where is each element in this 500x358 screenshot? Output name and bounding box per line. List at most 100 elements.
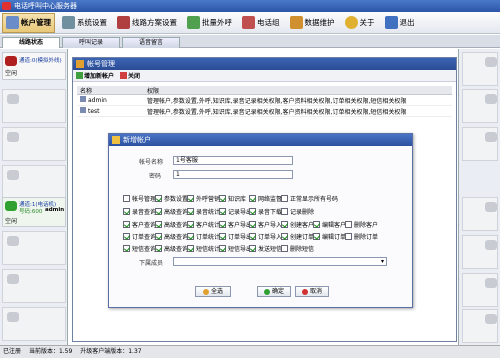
permission-checkbox[interactable]: 知识库 (219, 194, 246, 203)
phone-icon (5, 201, 17, 211)
permission-checkbox[interactable]: 客户导入 (249, 220, 282, 229)
about-icon (344, 16, 358, 29)
permission-checkbox[interactable]: 订单统计 (187, 232, 220, 241)
permission-checkbox[interactable]: 发送短信 (249, 244, 282, 253)
channel-slot[interactable] (462, 89, 498, 123)
permission-checkbox[interactable]: 帐号管理 (123, 194, 156, 203)
add-account-button[interactable]: 增加新帐户 (76, 71, 114, 80)
toolbar-data-button[interactable]: 数据维护 (287, 13, 338, 33)
permission-checkbox[interactable]: 网络监督 (249, 194, 282, 203)
permission-checkbox[interactable]: 录音统计 (187, 207, 220, 216)
line-plan-icon (117, 16, 130, 29)
tab-call-records[interactable]: 呼叫记录 (62, 37, 120, 48)
permission-checkbox[interactable]: 外呼营销 (187, 194, 220, 203)
permission-checkbox[interactable]: 删除短信 (281, 244, 314, 253)
settings-icon (62, 16, 75, 29)
dialog-titlebar: 新增帐户 (109, 134, 412, 146)
permission-checkbox[interactable]: 高级查询 (155, 220, 188, 229)
toolbar-exit-button[interactable]: 退出 (382, 13, 418, 33)
tab-voicemail[interactable]: 语音留言 (122, 37, 180, 48)
channel-slot[interactable] (2, 127, 66, 161)
checked-icon (249, 233, 256, 240)
permission-checkbox[interactable]: 短信统计 (187, 244, 220, 253)
channel-number: 号码:600 (19, 209, 43, 215)
user-icon (80, 107, 86, 113)
account-name-input[interactable]: 1号客服 (173, 156, 293, 165)
unchecked-icon (123, 195, 130, 202)
channel-slot[interactable] (2, 231, 66, 265)
permission-checkbox[interactable]: 客户导出 (219, 220, 252, 229)
phone-icon (7, 132, 19, 142)
checkbox-label: 订单统计 (196, 234, 221, 241)
subordinate-select[interactable]: ▾ (173, 257, 387, 266)
user-icon (80, 96, 86, 102)
checkbox-label: 编辑客户 (322, 222, 347, 229)
toolbar-account-button[interactable]: 帐户管理 (2, 12, 55, 33)
channel-slot[interactable] (2, 89, 66, 123)
permission-checkbox[interactable]: 删除订单 (345, 232, 378, 241)
toolbar-settings-button[interactable]: 系统设置 (59, 13, 110, 33)
checkbox-label: 客户查询 (132, 222, 157, 229)
channel-slot[interactable] (2, 269, 66, 303)
permission-checkbox[interactable]: 高级查询 (155, 207, 188, 216)
channel-slot[interactable] (462, 127, 498, 161)
channel-slot[interactable] (462, 273, 498, 307)
permission-checkbox[interactable]: 删除客户 (345, 220, 378, 229)
permission-checkbox[interactable]: 高级查询 (155, 232, 188, 241)
permission-checkbox[interactable]: 短信导出 (219, 244, 252, 253)
table-row[interactable]: admin 管理帐户,参数设置,外呼,知识库,录音记录相关权限,客户资料相关权限… (77, 95, 452, 106)
permission-checkbox[interactable]: 订单导出 (219, 232, 252, 241)
table-row[interactable]: test 管理帐户,参数设置,外呼,知识库,录音记录相关权限,客户资料相关权限,… (77, 106, 452, 117)
tab-line-status[interactable]: 线路状态 (2, 37, 60, 48)
cancel-button[interactable]: 取消 (295, 286, 329, 297)
permission-checkbox[interactable]: 参数设置 (155, 194, 188, 203)
channel-slot[interactable] (462, 235, 498, 269)
checked-icon (187, 208, 194, 215)
permission-checkbox[interactable]: 录音查询 (123, 207, 156, 216)
unchecked-icon (281, 208, 288, 215)
channel-card[interactable]: 通道:0(模拟外线) 空闲 (2, 52, 66, 80)
permission-checkbox[interactable]: 创建客户 (281, 220, 314, 229)
checked-icon (219, 208, 226, 215)
permission-checkbox[interactable]: 创建订单 (281, 232, 314, 241)
permission-checkbox[interactable]: 记录删除 (281, 207, 314, 216)
channel-title: 通道:0(模拟外线) (19, 58, 62, 64)
channel-slot[interactable] (462, 52, 498, 86)
permission-checkbox[interactable]: 高级查询 (155, 244, 188, 253)
checked-icon (219, 245, 226, 252)
channel-slot[interactable] (462, 197, 498, 231)
permission-checkbox[interactable]: 正常显示所有号码 (281, 194, 338, 203)
channel-user: admin (45, 207, 65, 213)
permission-checkbox[interactable]: 订单查询 (123, 232, 156, 241)
checked-icon (187, 195, 194, 202)
permission-checkbox[interactable]: 订单导入 (249, 232, 282, 241)
permission-checkbox[interactable]: 短信查询 (123, 244, 156, 253)
permission-checkbox[interactable]: 录音下载 (249, 207, 282, 216)
permission-checkbox[interactable]: 客户统计 (187, 220, 220, 229)
checkbox-label: 删除短信 (290, 246, 315, 253)
select-all-icon (202, 288, 209, 295)
channel-card[interactable]: 通道:1(电话机) 号码:600 admin 空闲 (2, 197, 66, 227)
checked-icon (219, 233, 226, 240)
select-all-button[interactable]: 全选 (195, 286, 231, 297)
permission-checkbox[interactable]: 客户查询 (123, 220, 156, 229)
password-input[interactable]: 1 (173, 170, 293, 179)
channel-status: 空闲 (5, 70, 18, 77)
checkbox-label: 短信查询 (132, 246, 157, 253)
channel-slot[interactable] (2, 307, 66, 341)
channel-slot[interactable] (2, 165, 66, 199)
close-icon (120, 72, 128, 79)
permission-checkbox[interactable]: 编辑订单 (313, 232, 346, 241)
toolbar-line-plan-button[interactable]: 线路方案设置 (114, 13, 180, 33)
window-titlebar: 电话呼叫中心服务器 (0, 0, 500, 12)
toolbar-batch-call-button[interactable]: 批量外呼 (184, 13, 235, 33)
toolbar-phone-group-button[interactable]: 电话组 (239, 13, 283, 33)
close-window-button[interactable]: 关闭 (120, 71, 140, 80)
ok-button[interactable]: 确定 (257, 286, 291, 297)
channel-slot[interactable] (462, 309, 498, 343)
permission-checkbox[interactable]: 记录导出 (219, 207, 252, 216)
toolbar-about-button[interactable]: 关于 (342, 13, 378, 33)
permission-checkbox[interactable]: 编辑客户 (313, 220, 346, 229)
checkbox-label: 短信统计 (196, 246, 221, 253)
add-icon (76, 72, 83, 79)
